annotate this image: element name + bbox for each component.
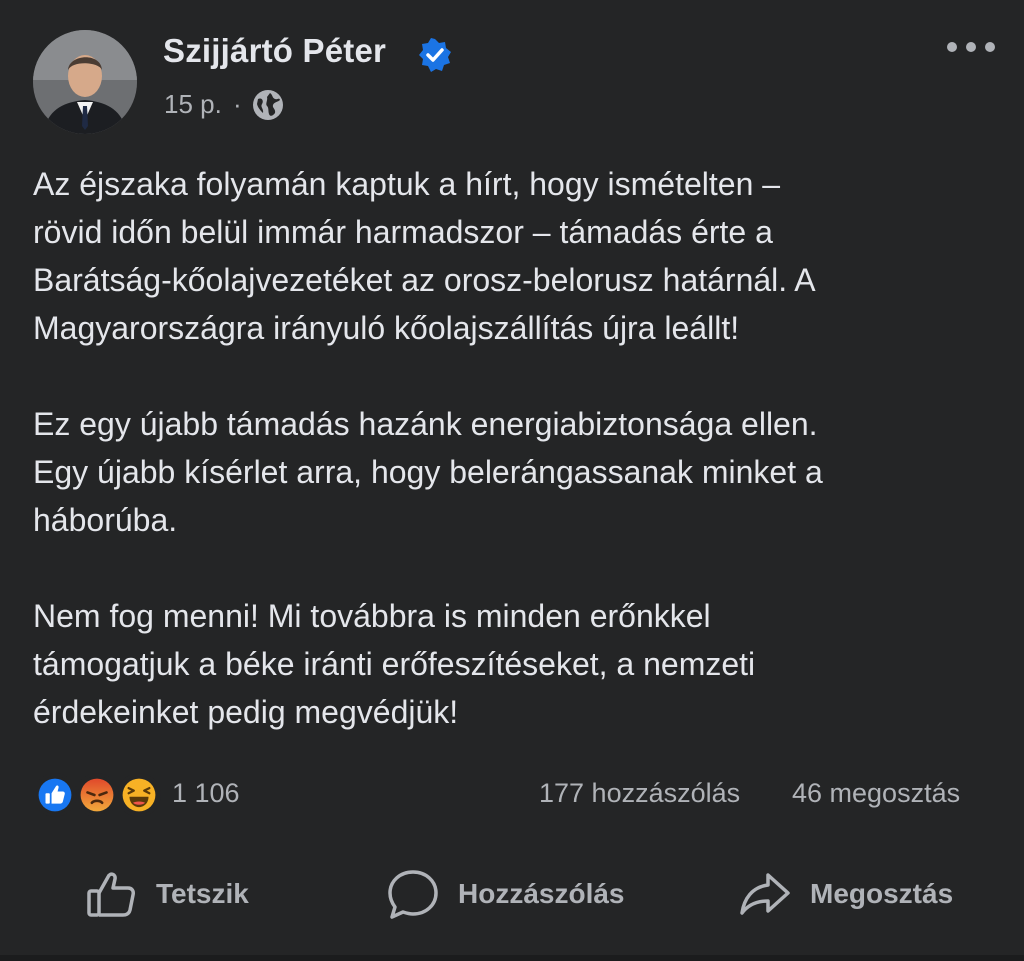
angry-reaction-icon	[75, 773, 119, 817]
bottom-divider	[0, 955, 1024, 961]
comment-label: Hozzászólás	[458, 878, 625, 909]
haha-reaction-icon	[117, 773, 161, 817]
author-name[interactable]: Szijjártó Péter	[163, 32, 386, 70]
comment-button[interactable]: Hozzászólás	[386, 862, 625, 926]
like-label: Tetszik	[156, 878, 249, 909]
like-reaction-icon	[33, 773, 77, 817]
author-avatar[interactable]	[33, 30, 137, 134]
post-timestamp[interactable]: 15 p.	[164, 89, 222, 120]
reaction-icons[interactable]	[33, 773, 163, 817]
share-arrow-icon	[740, 873, 790, 915]
share-label: Megosztás	[810, 878, 954, 909]
share-count[interactable]: 46 megosztás	[792, 778, 960, 809]
comment-bubble-icon	[388, 870, 438, 919]
meta-separator: ·	[233, 89, 242, 119]
share-button[interactable]: Megosztás	[738, 862, 953, 926]
thumbs-up-icon	[87, 872, 135, 917]
reaction-count[interactable]: 1 106	[172, 778, 240, 809]
more-options-icon[interactable]	[944, 38, 998, 56]
post-paragraph: Nem fog menni! Mi továbbra is minden erő…	[33, 598, 756, 730]
post-paragraph: Ez egy újabb támadás hazánk energiabizto…	[33, 406, 823, 538]
like-button[interactable]: Tetszik	[84, 862, 249, 926]
comment-count[interactable]: 177 hozzászólás	[539, 778, 740, 809]
verified-badge-icon	[419, 38, 451, 72]
post-paragraph: Az éjszaka folyamán kaptuk a hírt, hogy …	[33, 166, 816, 346]
globe-icon	[253, 90, 283, 120]
post-body: Az éjszaka folyamán kaptuk a hírt, hogy …	[33, 160, 993, 784]
facebook-post: Szijjártó Péter 15 p. · Az éjszaka folya…	[0, 0, 1024, 961]
